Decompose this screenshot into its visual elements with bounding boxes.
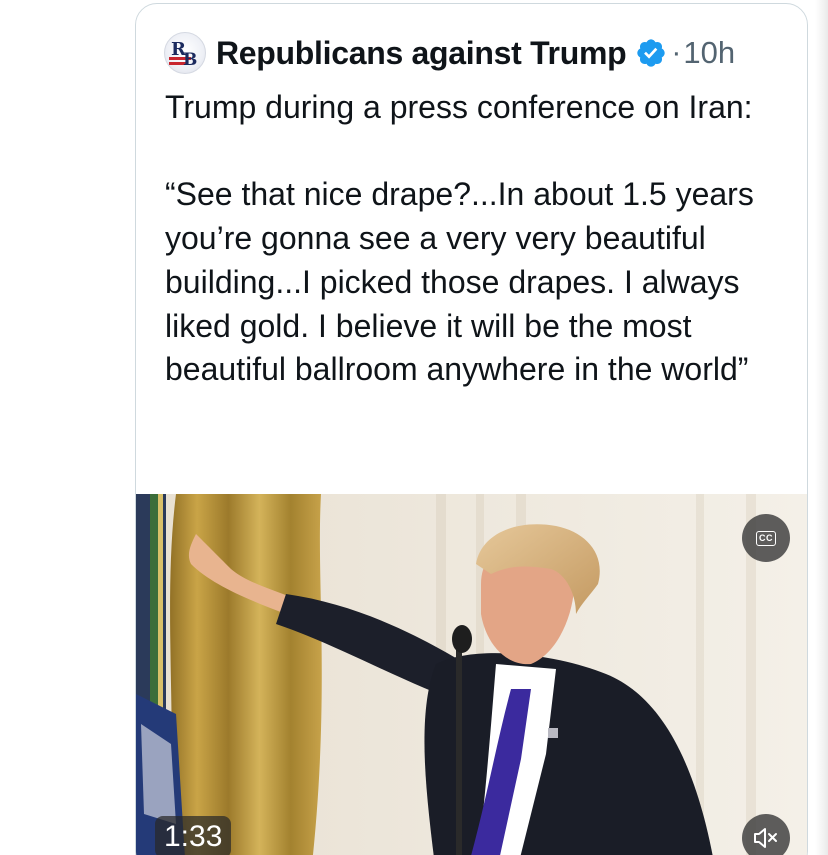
video-duration: 1:33 — [155, 816, 232, 855]
author-name[interactable]: Republicans against Trump — [216, 35, 627, 72]
closed-captions-icon: CC — [756, 530, 776, 546]
tweet-text: Trump during a press conference on Iran:… — [165, 89, 754, 388]
adjacent-panel-edge — [815, 0, 828, 855]
video-frame — [136, 494, 807, 855]
captions-button[interactable]: CC — [742, 514, 790, 562]
video-player[interactable]: CC 1:33 — [136, 494, 807, 855]
unmute-button[interactable] — [742, 814, 790, 855]
avatar-logo-icon: R B — [169, 39, 197, 70]
tweet-timestamp[interactable]: 10h — [683, 35, 735, 71]
separator-dot: · — [671, 36, 682, 69]
speaker-muted-icon — [754, 828, 777, 848]
avatar[interactable]: R B — [164, 32, 206, 74]
tweet-card[interactable]: R B Republicans against Trump · 10h Trum… — [135, 3, 808, 855]
svg-text:B: B — [183, 50, 197, 70]
page: R B Republicans against Trump · 10h Trum… — [0, 0, 828, 855]
verified-badge-icon — [637, 39, 666, 67]
tweet-header: R B Republicans against Trump · 10h — [164, 32, 735, 74]
